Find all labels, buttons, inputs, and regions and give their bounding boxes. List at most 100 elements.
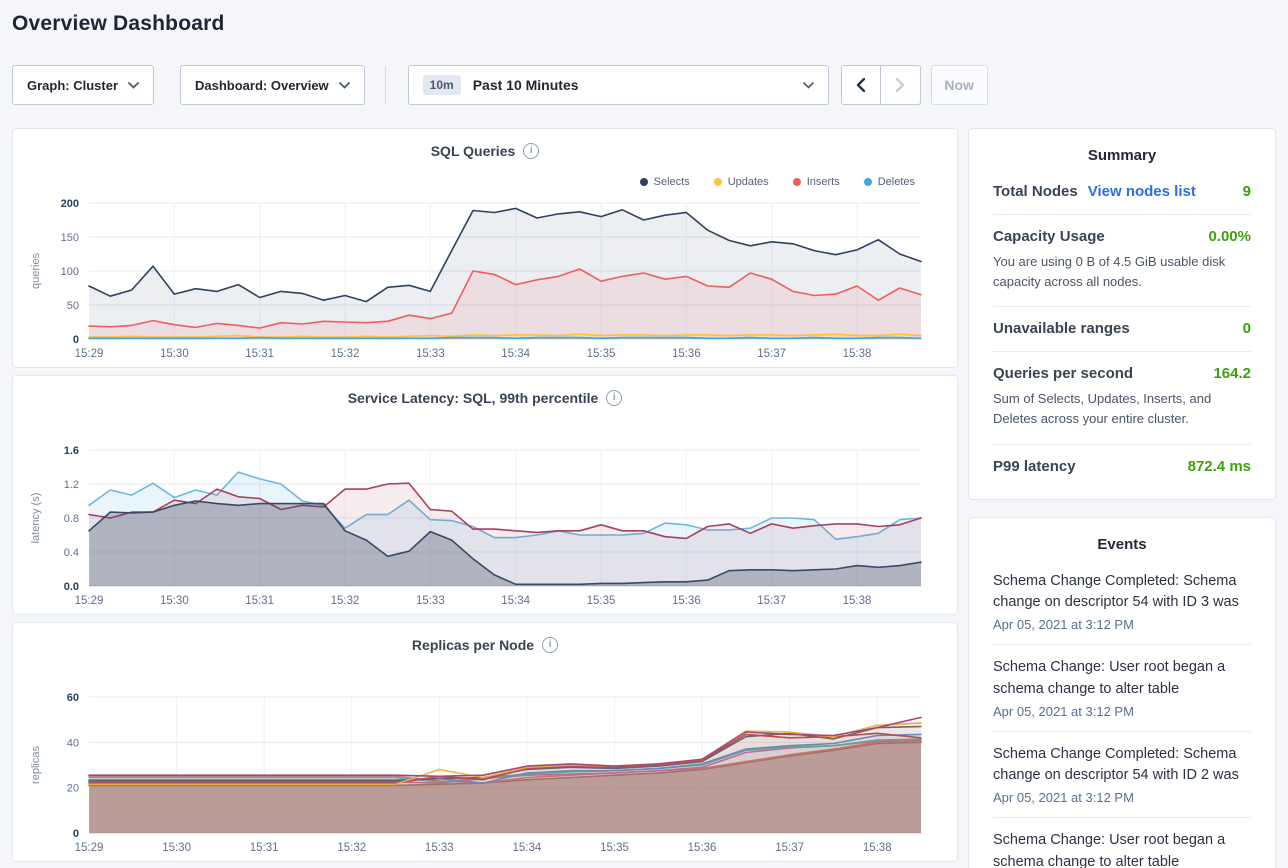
event-item: Schema Change: User root began a schema … xyxy=(993,818,1251,868)
charts-column: SQL Queries i SelectsUpdatesInsertsDelet… xyxy=(12,128,958,868)
summary-row-value: 9 xyxy=(1243,183,1251,200)
svg-text:1.2: 1.2 xyxy=(64,479,79,491)
summary-row-value: 872.4 ms xyxy=(1188,458,1251,475)
view-nodes-list-link[interactable]: View nodes list xyxy=(1088,183,1196,200)
previous-time-button[interactable] xyxy=(841,65,881,105)
svg-text:15:32: 15:32 xyxy=(331,348,360,360)
chart-plot[interactable]: 15:2915:3015:3115:3215:3315:3415:3515:36… xyxy=(25,440,945,617)
info-icon[interactable]: i xyxy=(523,143,539,159)
svg-text:50: 50 xyxy=(67,300,79,312)
summary-row-label: Capacity Usage xyxy=(993,228,1105,245)
info-icon[interactable]: i xyxy=(606,390,622,406)
svg-text:15:35: 15:35 xyxy=(600,842,629,854)
svg-text:15:36: 15:36 xyxy=(672,595,701,607)
chart-card-replicas-per-node: Replicas per Node i 15:2915:3015:3115:32… xyxy=(12,622,958,862)
svg-text:60: 60 xyxy=(67,692,79,704)
time-range-label: Past 10 Minutes xyxy=(473,77,579,93)
legend-dot xyxy=(864,178,872,186)
page-title: Overview Dashboard xyxy=(12,12,225,36)
event-timestamp: Apr 05, 2021 at 3:12 PM xyxy=(993,617,1251,632)
chart-plot[interactable]: 15:2915:3015:3115:3215:3315:3415:3515:36… xyxy=(25,687,945,864)
svg-text:20: 20 xyxy=(67,783,79,795)
svg-text:15:38: 15:38 xyxy=(843,595,872,607)
legend-label: Selects xyxy=(654,176,690,188)
dashboard-dropdown-label: Dashboard: Overview xyxy=(195,78,329,93)
svg-text:15:38: 15:38 xyxy=(863,842,892,854)
summary-row-value: 0 xyxy=(1243,320,1251,337)
legend-item-deletes[interactable]: Deletes xyxy=(864,176,915,188)
summary-row-label: Queries per second xyxy=(993,365,1133,382)
summary-row-value: 164.2 xyxy=(1213,365,1251,382)
summary-title: Summary xyxy=(993,147,1251,170)
event-timestamp: Apr 05, 2021 at 3:12 PM xyxy=(993,704,1251,719)
events-title: Events xyxy=(993,536,1251,559)
chart-title: Service Latency: SQL, 99th percentile xyxy=(348,390,599,406)
chevron-left-icon xyxy=(856,78,865,92)
legend-item-updates[interactable]: Updates xyxy=(714,176,769,188)
svg-text:15:34: 15:34 xyxy=(513,842,542,854)
svg-text:15:30: 15:30 xyxy=(162,842,191,854)
svg-text:15:32: 15:32 xyxy=(331,595,360,607)
events-panel: Events Schema Change Completed: Schema c… xyxy=(968,517,1276,868)
chevron-right-icon xyxy=(896,78,905,92)
summary-row: Capacity Usage0.00%You are using 0 B of … xyxy=(993,215,1251,307)
svg-text:15:33: 15:33 xyxy=(425,842,454,854)
dashboard-dropdown[interactable]: Dashboard: Overview xyxy=(180,65,365,105)
event-item: Schema Change: User root began a schema … xyxy=(993,645,1251,732)
summary-row: Unavailable ranges0 xyxy=(993,307,1251,352)
svg-text:replicas: replicas xyxy=(30,746,42,784)
svg-text:0.0: 0.0 xyxy=(64,581,79,593)
event-item: Schema Change Completed: Schema change o… xyxy=(993,732,1251,819)
chart-title: Replicas per Node xyxy=(412,637,534,653)
graph-dropdown-label: Graph: Cluster xyxy=(27,78,118,93)
svg-text:200: 200 xyxy=(61,198,79,210)
next-time-button[interactable] xyxy=(881,65,921,105)
chart-card-service-latency: Service Latency: SQL, 99th percentile i … xyxy=(12,375,958,615)
legend-label: Inserts xyxy=(807,176,840,188)
svg-text:15:33: 15:33 xyxy=(416,595,445,607)
toolbar: Graph: Cluster Dashboard: Overview 10m P… xyxy=(12,65,988,105)
event-text[interactable]: Schema Change: User root began a schema … xyxy=(993,830,1251,868)
svg-text:15:29: 15:29 xyxy=(75,842,104,854)
svg-text:15:37: 15:37 xyxy=(775,842,804,854)
time-range-picker[interactable]: 10m Past 10 Minutes xyxy=(408,65,829,105)
svg-text:15:38: 15:38 xyxy=(843,348,872,360)
svg-text:15:30: 15:30 xyxy=(160,348,189,360)
svg-text:15:30: 15:30 xyxy=(160,595,189,607)
svg-text:15:31: 15:31 xyxy=(250,842,279,854)
svg-text:15:33: 15:33 xyxy=(416,348,445,360)
svg-text:0.4: 0.4 xyxy=(64,547,79,559)
legend-item-selects[interactable]: Selects xyxy=(640,176,690,188)
svg-text:15:34: 15:34 xyxy=(501,348,530,360)
summary-row-value: 0.00% xyxy=(1208,228,1251,245)
svg-text:queries: queries xyxy=(30,252,42,289)
event-text[interactable]: Schema Change Completed: Schema change o… xyxy=(993,571,1251,615)
svg-text:15:36: 15:36 xyxy=(672,348,701,360)
summary-row: Total Nodes View nodes list 9 xyxy=(993,170,1251,215)
svg-text:15:37: 15:37 xyxy=(757,595,786,607)
svg-text:1.6: 1.6 xyxy=(64,445,79,457)
toolbar-divider xyxy=(385,66,386,104)
legend-label: Updates xyxy=(728,176,769,188)
svg-text:150: 150 xyxy=(61,232,79,244)
legend-dot xyxy=(714,178,722,186)
graph-dropdown[interactable]: Graph: Cluster xyxy=(12,65,154,105)
svg-text:latency (s): latency (s) xyxy=(30,493,42,544)
now-button[interactable]: Now xyxy=(931,65,988,105)
legend-item-inserts[interactable]: Inserts xyxy=(793,176,840,188)
chart-plot[interactable]: 15:2915:3015:3115:3215:3315:3415:3515:36… xyxy=(25,193,945,370)
event-item: Schema Change Completed: Schema change o… xyxy=(993,559,1251,646)
svg-text:15:34: 15:34 xyxy=(501,595,530,607)
summary-panel: Summary Total Nodes View nodes list 9 Capac… xyxy=(968,128,1276,500)
svg-text:0: 0 xyxy=(73,828,79,840)
summary-row-description: Sum of Selects, Updates, Inserts, and De… xyxy=(993,389,1251,429)
svg-text:15:35: 15:35 xyxy=(587,348,616,360)
svg-text:15:35: 15:35 xyxy=(587,595,616,607)
summary-row-label: Total Nodes xyxy=(993,183,1078,200)
time-step-buttons xyxy=(841,65,921,105)
event-text[interactable]: Schema Change Completed: Schema change o… xyxy=(993,744,1251,788)
event-text[interactable]: Schema Change: User root began a schema … xyxy=(993,657,1251,701)
svg-text:15:29: 15:29 xyxy=(75,595,104,607)
info-icon[interactable]: i xyxy=(542,637,558,653)
legend-label: Deletes xyxy=(878,176,915,188)
